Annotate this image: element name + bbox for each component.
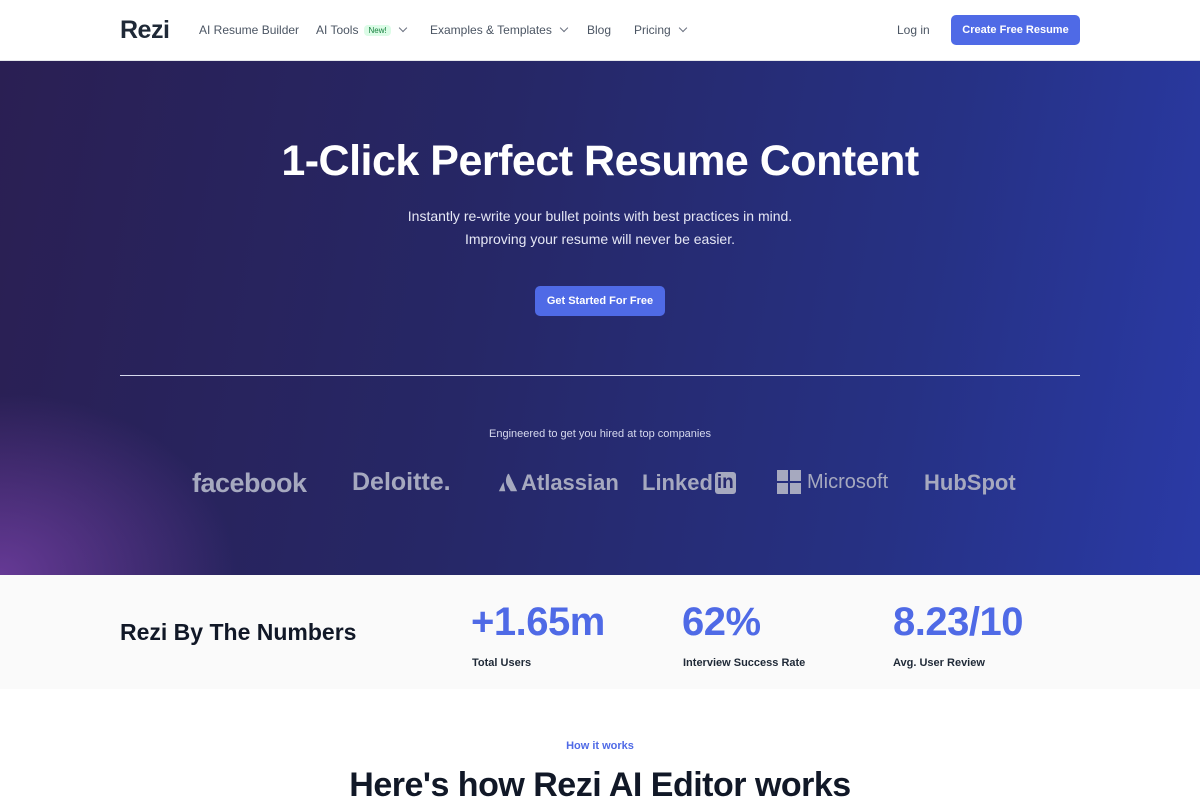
create-free-resume-button[interactable]: Create Free Resume	[951, 15, 1080, 45]
microsoft-icon	[777, 470, 801, 494]
nav-link-label: Pricing	[634, 23, 671, 37]
linkedin-in-icon: in	[714, 472, 736, 494]
hero-divider	[120, 375, 1080, 376]
hero-title: 1-Click Perfect Resume Content	[281, 137, 919, 185]
nav-ai-tools[interactable]: AI Tools New!	[316, 23, 407, 37]
how-it-works-title: Here's how Rezi AI Editor works	[349, 766, 851, 800]
facebook-wordmark: facebook	[192, 468, 307, 498]
engineered-tagline: Engineered to get you hired at top compa…	[489, 428, 711, 440]
chevron-down-icon	[559, 23, 569, 33]
hero-subtitle-line1: Instantly re-write your bullet points wi…	[407, 208, 793, 224]
stat-interview-rate-label: Interview Success Rate	[683, 657, 806, 669]
facebook-logo: facebook	[192, 468, 307, 499]
nav-link-label: Examples & Templates	[430, 23, 552, 37]
nav-link-label: Blog	[587, 23, 612, 37]
hero-section: 1-Click Perfect Resume Content Instantly…	[0, 61, 1200, 575]
hubspot-wordmark: HubSpot	[924, 470, 1016, 495]
nav-ai-resume-builder[interactable]: AI Resume Builder	[199, 23, 299, 37]
get-started-button[interactable]: Get Started For Free	[535, 286, 665, 316]
deloitte-wordmark: Deloitte.	[352, 468, 451, 496]
deloitte-logo: Deloitte.	[352, 468, 451, 497]
nav-pricing[interactable]: Pricing	[634, 23, 687, 37]
numbers-section: Rezi By The Numbers +1.65m Total Users 6…	[0, 575, 1200, 689]
hubspot-logo: HubSpot	[924, 470, 1016, 496]
linkedin-wordmark: Linked	[642, 470, 713, 495]
chevron-down-icon	[398, 23, 407, 33]
numbers-title: Rezi By The Numbers	[120, 619, 357, 645]
rezi-logo[interactable]: Rezi	[120, 16, 170, 45]
nav-link-label: AI Tools	[316, 23, 359, 37]
microsoft-wordmark: Microsoft	[807, 470, 889, 493]
nav-examples-templates[interactable]: Examples & Templates	[430, 23, 569, 37]
microsoft-logo: Microsoft	[777, 470, 888, 494]
nav-blog[interactable]: Blog	[587, 23, 611, 37]
stat-user-review-value: 8.23/10	[893, 600, 1023, 644]
login-link[interactable]: Log in	[897, 23, 930, 37]
stat-user-review-label: Avg. User Review	[893, 657, 985, 669]
how-it-works-eyebrow: How it works	[566, 740, 634, 752]
stat-interview-rate-value: 62%	[682, 600, 761, 644]
chevron-down-icon	[678, 23, 687, 33]
linkedin-logo: Linked in	[642, 470, 736, 496]
top-nav: Rezi AI Resume Builder AI Tools New! Exa…	[0, 0, 1200, 61]
stat-total-users-value: +1.65m	[471, 600, 605, 644]
nav-link-label: AI Resume Builder	[199, 23, 300, 37]
atlassian-logo: Atlassian	[497, 470, 619, 496]
new-badge: New!	[364, 24, 391, 36]
atlassian-icon	[498, 473, 518, 492]
stat-total-users-label: Total Users	[472, 657, 532, 669]
hero-subtitle-line2: Improving your resume will never be easi…	[464, 231, 735, 247]
atlassian-wordmark: Atlassian	[521, 470, 619, 495]
